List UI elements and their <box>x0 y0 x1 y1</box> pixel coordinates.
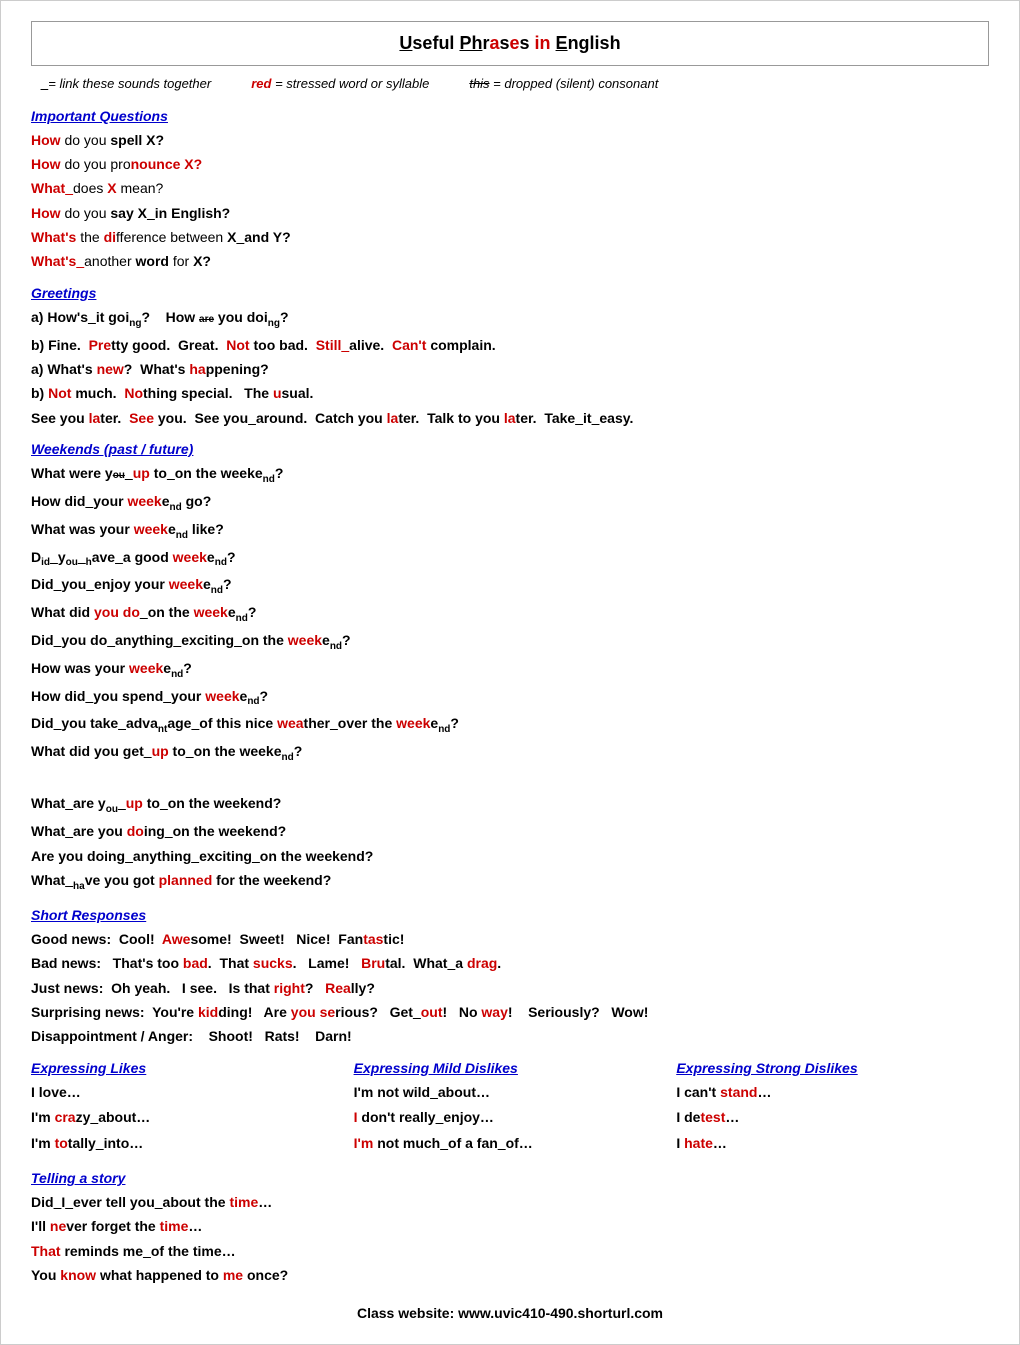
strong-1: I can't stand… <box>676 1081 989 1105</box>
section-title-story: Telling a story <box>31 1168 989 1189</box>
col-likes-title: Expressing Likes <box>31 1058 344 1079</box>
strong-2: I detest… <box>676 1106 989 1130</box>
q5: What's the difference between X_and Y? <box>31 226 989 248</box>
section-weekends: Weekends (past / future) What were you_u… <box>31 439 989 895</box>
section-title-greetings: Greetings <box>31 283 989 304</box>
likes-2: I'm crazy_about… <box>31 1106 344 1130</box>
greet-b1: b) Fine. Pretty good. Great. Not too bad… <box>31 334 989 356</box>
wk6: What did you do_on the weekend? <box>31 601 989 627</box>
title-box: Useful Phrases in English <box>31 21 989 66</box>
sr3: Just news: Oh yeah. I see. Is that right… <box>31 977 989 999</box>
greet-a2: a) What's new? What's happening? <box>31 358 989 380</box>
section-telling-story: Telling a story Did_I_ever tell you_abou… <box>31 1168 989 1287</box>
wk3: What was your weekend like? <box>31 518 989 544</box>
wk9: How did_you spend_your weekend? <box>31 685 989 711</box>
title-text: Useful Phrases in English <box>399 33 620 53</box>
section-likes-dislikes: Expressing Likes I love… I'm crazy_about… <box>31 1058 989 1158</box>
mild-2: I don't really_enjoy… <box>354 1106 667 1130</box>
wk10: Did_you take_advantage_of this nice weat… <box>31 712 989 738</box>
q3: What_does X mean? <box>31 177 989 199</box>
story-1: Did_I_ever tell you_about the time… <box>31 1191 989 1213</box>
sr1: Good news: Cool! Awesome! Sweet! Nice! F… <box>31 928 989 950</box>
wk1: What were you_up to_on the weekend? <box>31 462 989 488</box>
greet-a1: a) How's_it going? How are you doing? <box>31 306 989 332</box>
q1: How do you spell X? <box>31 129 989 151</box>
q4: How do you say X_in English? <box>31 202 989 224</box>
col-strong-dislikes-title: Expressing Strong Dislikes <box>676 1058 989 1079</box>
legend-join: _= link these sounds together <box>41 74 211 94</box>
story-2: I'll never forget the time… <box>31 1215 989 1237</box>
mild-3: I'm not much_of a fan_of… <box>354 1132 667 1156</box>
wk13: What_are you doing_on the weekend? <box>31 820 989 842</box>
section-title-questions: Important Questions <box>31 106 989 127</box>
story-4: You know what happened to me once? <box>31 1264 989 1286</box>
sr4: Surprising news: You're kidding! Are you… <box>31 1001 989 1023</box>
legend-silent: this = dropped (silent) consonant <box>469 74 658 94</box>
wk14: Are you doing_anything_exciting_on the w… <box>31 845 989 867</box>
col-strong-dislikes: Expressing Strong Dislikes I can't stand… <box>676 1058 989 1158</box>
legend: _= link these sounds together red = stre… <box>31 74 989 94</box>
section-important-questions: Important Questions How do you spell X? … <box>31 106 989 273</box>
story-3: That reminds me_of the time… <box>31 1240 989 1262</box>
section-title-weekends: Weekends (past / future) <box>31 439 989 460</box>
wk11: What did you get_up to_on the weekend? <box>31 740 989 766</box>
likes-3: I'm totally_into… <box>31 1132 344 1156</box>
strong-3: I hate… <box>676 1132 989 1156</box>
q2: How do you pronounce X? <box>31 153 989 175</box>
greet-goodbye: See you later. See you. See you_around. … <box>31 407 989 429</box>
wk12: What_are you_up to_on the weekend? <box>31 792 989 818</box>
page-title: Useful Phrases in English <box>32 30 988 57</box>
likes-dislikes-grid: Expressing Likes I love… I'm crazy_about… <box>31 1058 989 1158</box>
footer: Class website: www.uvic410-490.shorturl.… <box>31 1303 989 1324</box>
greet-b2: b) Not much. Nothing special. The usual. <box>31 382 989 404</box>
sr2: Bad news: That's too bad. That sucks. La… <box>31 952 989 974</box>
footer-text: Class website: www.uvic410-490.shorturl.… <box>357 1305 663 1321</box>
wk15: What_have you got planned for the weeken… <box>31 869 989 895</box>
section-short-responses: Short Responses Good news: Cool! Awesome… <box>31 905 989 1048</box>
col-mild-dislikes-title: Expressing Mild Dislikes <box>354 1058 667 1079</box>
section-title-short-responses: Short Responses <box>31 905 989 926</box>
wk4: Did_you_have_a good weekend? <box>31 546 989 572</box>
wk5: Did_you_enjoy your weekend? <box>31 573 989 599</box>
col-mild-dislikes: Expressing Mild Dislikes I'm not wild_ab… <box>354 1058 667 1158</box>
col-likes: Expressing Likes I love… I'm crazy_about… <box>31 1058 344 1158</box>
section-greetings: Greetings a) How's_it going? How are you… <box>31 283 989 429</box>
likes-1: I love… <box>31 1081 344 1105</box>
mild-1: I'm not wild_about… <box>354 1081 667 1105</box>
wk7: Did_you do_anything_exciting_on the week… <box>31 629 989 655</box>
wk2: How did_your weekend go? <box>31 490 989 516</box>
legend-red: red = stressed word or syllable <box>251 74 429 94</box>
q6: What's_another word for X? <box>31 250 989 272</box>
wk-spacer <box>31 768 989 790</box>
wk8: How was your weekend? <box>31 657 989 683</box>
sr5: Disappointment / Anger: Shoot! Rats! Dar… <box>31 1025 989 1047</box>
page: Useful Phrases in English _= link these … <box>0 0 1020 1345</box>
